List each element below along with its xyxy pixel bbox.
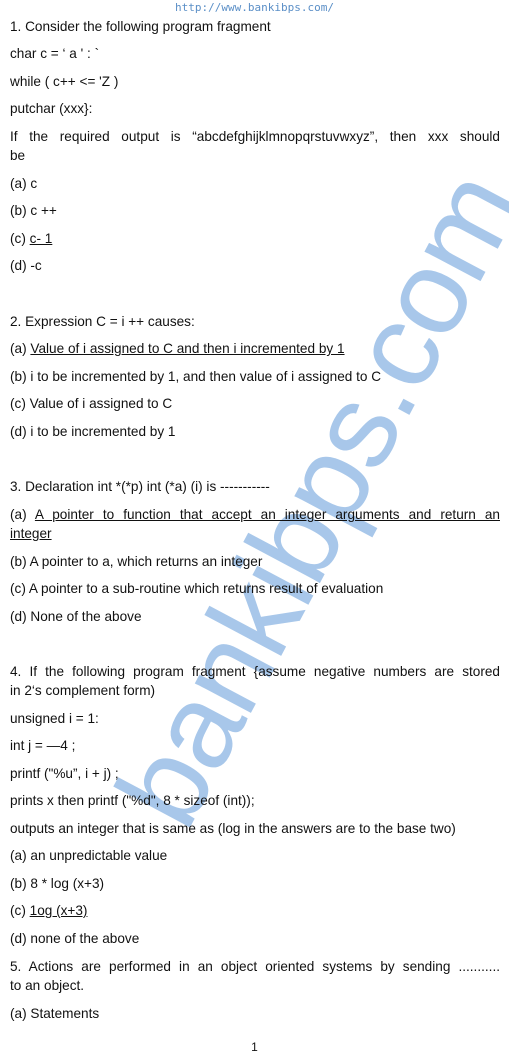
q1-stem: 1. Consider the following program fragme…	[10, 19, 271, 34]
header-url[interactable]: http://www.bankibps.com/	[0, 1, 509, 14]
q1-option-c: (c) c- 1	[10, 231, 53, 246]
q5-stem: 5. Actions are performed in an object or…	[10, 959, 500, 974]
q1-option-a: (a) c	[10, 176, 38, 191]
answer-highlight: 1og (x+3)	[29, 903, 88, 918]
q4-option-a: (a) an unpredictable value	[10, 848, 168, 863]
q3-option-b: (b) A pointer to a, which returns an int…	[10, 554, 263, 569]
q4-option-c: (c) 1og (x+3)	[10, 903, 88, 918]
q4-code-line: printf ("%u”, i + j) ;	[10, 766, 119, 781]
q3-option-d: (d) None of the above	[10, 609, 142, 624]
answer-highlight: Value of i assigned to C and then i incr…	[30, 341, 345, 356]
q5-option-a: (a) Statements	[10, 1006, 100, 1021]
q1-option-d: (d) -c	[10, 258, 42, 273]
page-number: 1	[251, 1040, 258, 1054]
q3-stem: 3. Declaration int *(*p) int (*a) (i) is…	[10, 479, 270, 494]
q4-option-b: (b) 8 * log (x+3)	[10, 876, 105, 891]
q5-stem-cont: to an object.	[10, 978, 85, 993]
q4-code-line: unsigned i = 1:	[10, 711, 99, 726]
q1-code-line: while ( c++ <= 'Z )	[10, 74, 119, 89]
q4-option-d: (d) none of the above	[10, 931, 140, 946]
answer-highlight: c- 1	[29, 231, 53, 246]
q3-option-a-cont: integer	[10, 526, 52, 541]
q2-option-d: (d) i to be incremented by 1	[10, 424, 176, 439]
q3-option-a: (a) A pointer to function that accept an…	[10, 507, 500, 522]
q4-code-line: int j = —4 ;	[10, 738, 76, 753]
q1-code-line: char c = ‘ a ' : `	[10, 46, 100, 61]
q2-stem: 2. Expression C = i ++ causes:	[10, 314, 195, 329]
q3-option-c: (c) A pointer to a sub-routine which ret…	[10, 581, 384, 596]
q1-option-b: (b) c ++	[10, 203, 57, 218]
q4-prompt: outputs an integer that is same as (log …	[10, 821, 456, 836]
q1-prompt-cont: be	[10, 148, 26, 163]
q4-stem-cont: in 2‘s complement form)	[10, 683, 156, 698]
q2-option-b: (b) i to be incremented by 1, and then v…	[10, 369, 382, 384]
q1-prompt: If the required output is “abcdefghijklm…	[10, 129, 500, 144]
q4-code-line: prints x then printf ("%d", 8 * sizeof (…	[10, 793, 255, 808]
answer-highlight: A pointer to function that accept an int…	[34, 507, 500, 522]
q4-stem: 4. If the following program fragment {as…	[10, 664, 500, 679]
q2-option-c: (c) Value of i assigned to C	[10, 396, 173, 411]
q1-code-line: putchar (xxx}:	[10, 101, 93, 116]
q2-option-a: (a) Value of i assigned to C and then i …	[10, 341, 345, 356]
